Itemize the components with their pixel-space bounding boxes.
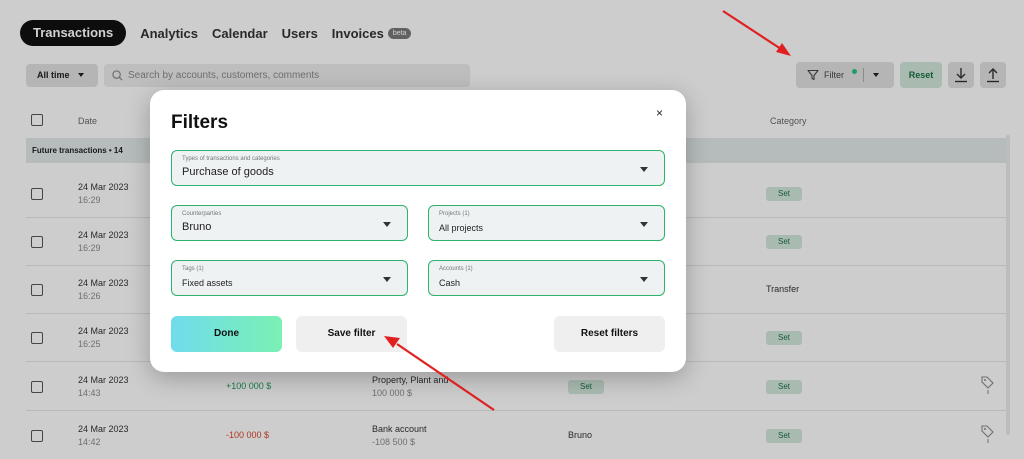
counterparties-select[interactable]: Counterparties Bruno	[171, 205, 408, 241]
projects-value: All projects	[439, 223, 484, 233]
chevron-down-icon	[640, 222, 648, 227]
types-label: Types of transactions and categories	[182, 156, 280, 162]
save-filter-button[interactable]: Save filter	[296, 316, 407, 352]
types-value: Purchase of goods	[182, 166, 274, 178]
projects-select[interactable]: Projects (1) All projects	[428, 205, 665, 241]
filters-modal: Filters × Types of transactions and cate…	[150, 90, 686, 372]
reset-filters-button[interactable]: Reset filters	[554, 316, 665, 352]
chevron-down-icon	[383, 222, 391, 227]
chevron-down-icon	[383, 277, 391, 282]
types-select[interactable]: Types of transactions and categories Pur…	[171, 150, 665, 186]
tags-value: Fixed assets	[182, 278, 233, 288]
tags-label: Tags (1)	[182, 266, 204, 272]
counterparties-label: Counterparties	[182, 211, 222, 217]
projects-label: Projects (1)	[439, 211, 470, 217]
modal-title: Filters	[171, 112, 229, 133]
counterparties-value: Bruno	[182, 221, 212, 233]
accounts-label: Accounts (1)	[439, 266, 473, 272]
accounts-select[interactable]: Accounts (1) Cash	[428, 260, 665, 296]
chevron-down-icon	[640, 277, 648, 282]
done-button[interactable]: Done	[171, 316, 282, 352]
close-icon[interactable]: ×	[656, 106, 663, 120]
tags-select[interactable]: Tags (1) Fixed assets	[171, 260, 408, 296]
accounts-value: Cash	[439, 278, 461, 288]
chevron-down-icon	[640, 167, 648, 172]
